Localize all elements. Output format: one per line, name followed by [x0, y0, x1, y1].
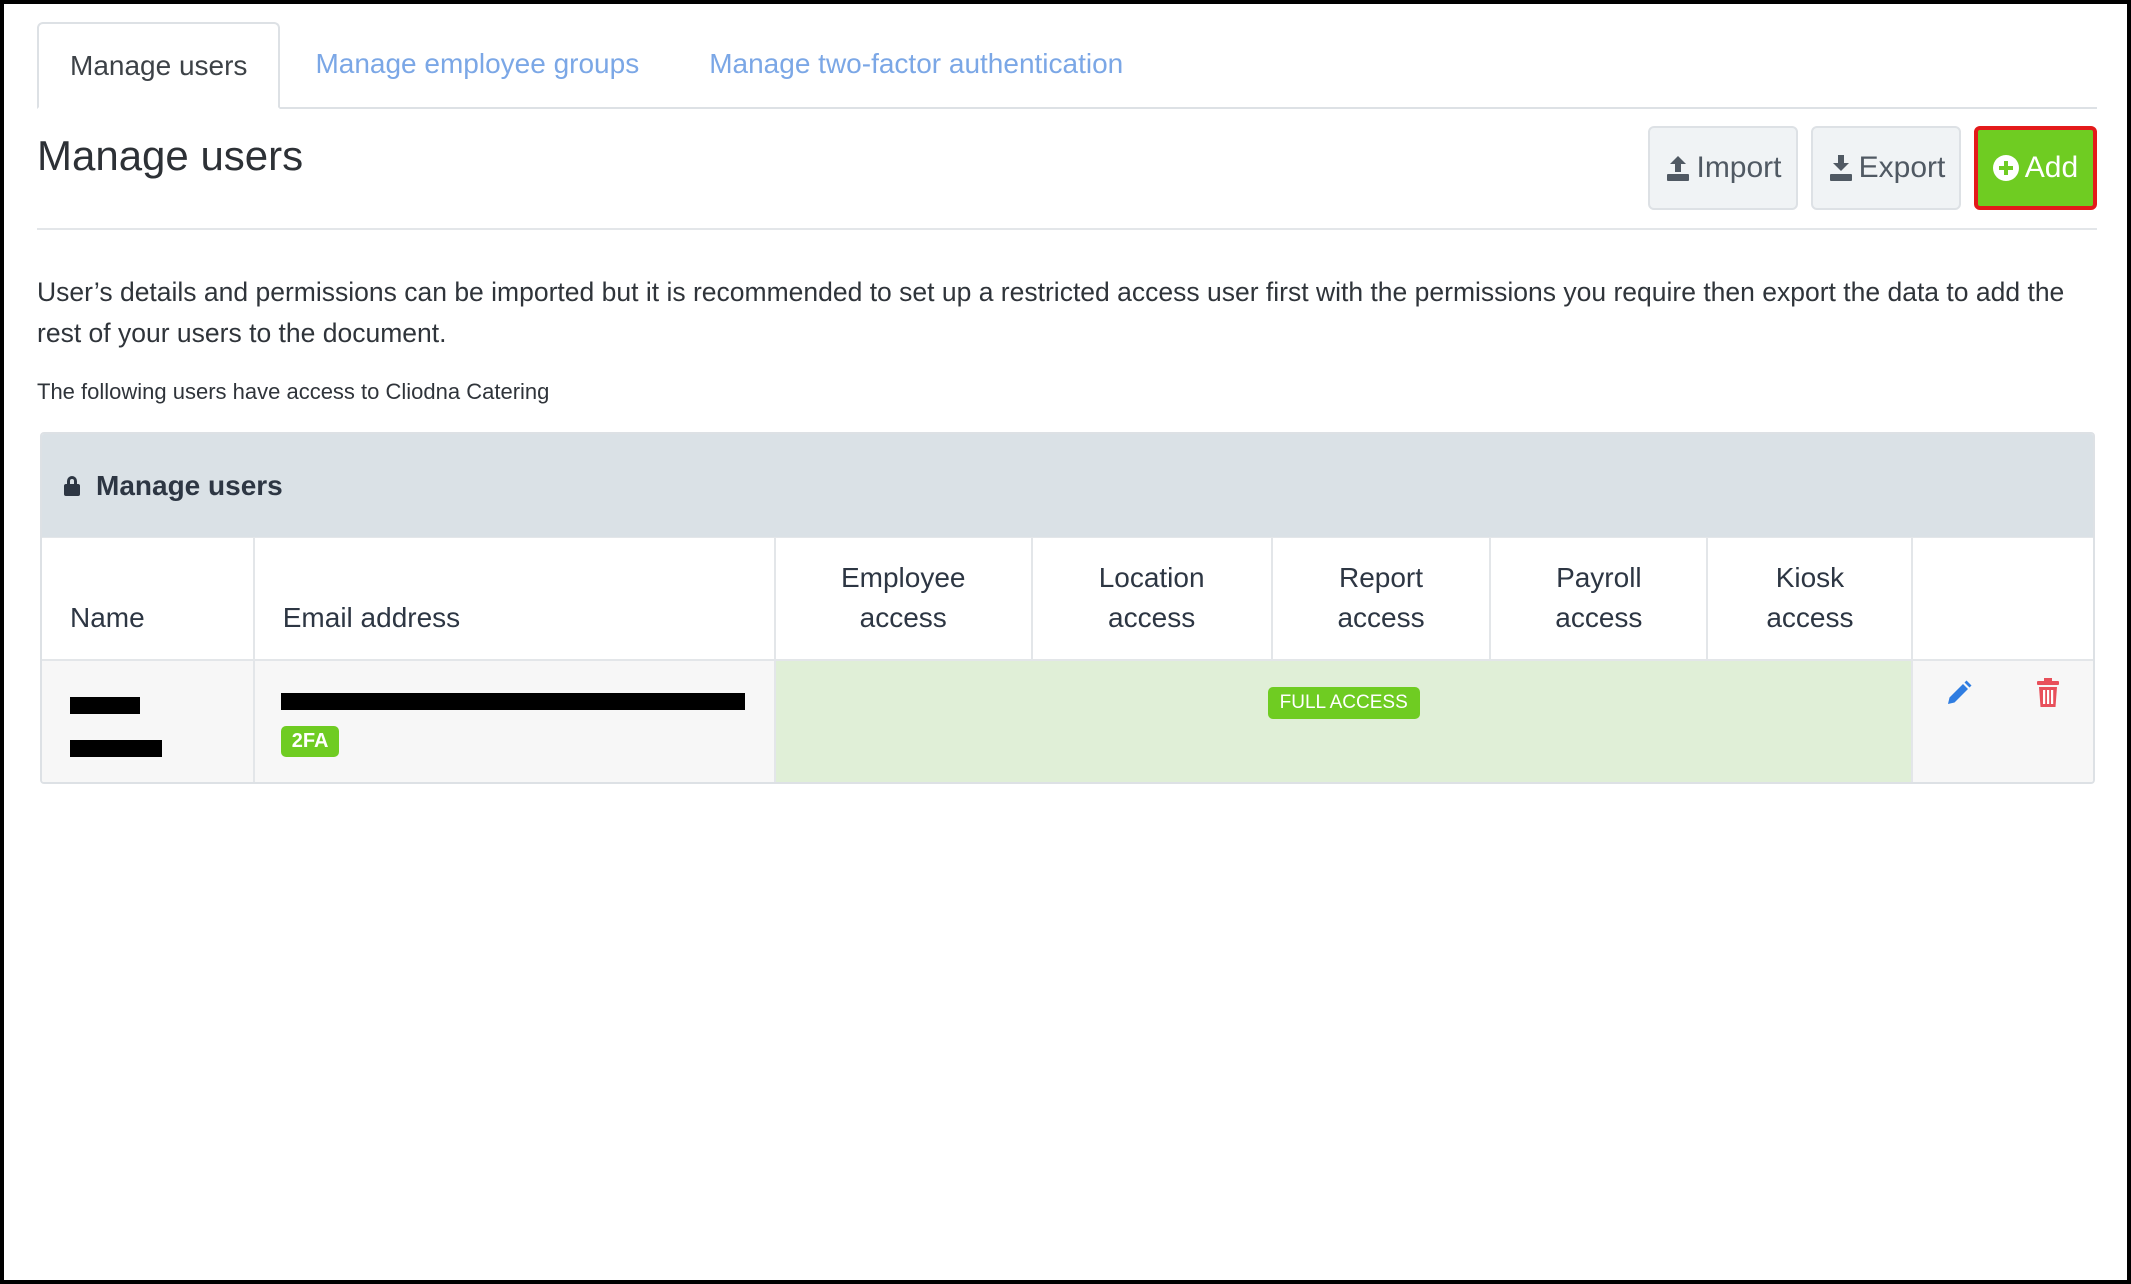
intro-text: User’s details and permissions can be im…: [37, 277, 2065, 348]
user-name-cell: [42, 658, 255, 782]
import-label: Import: [1696, 151, 1782, 184]
full-access-badge: FULL ACCESS: [1267, 686, 1420, 719]
column-header-actions: [1912, 537, 2093, 660]
toolbar: Import Export Add: [1648, 126, 2097, 210]
tab-manage-two-factor-authentication[interactable]: Manage two-factor authentication: [674, 20, 1158, 107]
column-header-employee-access[interactable]: Employee access: [774, 537, 1033, 660]
column-header-payroll-access[interactable]: Payroll access: [1490, 537, 1709, 660]
import-button[interactable]: Import: [1648, 126, 1798, 210]
export-button[interactable]: Export: [1811, 126, 1961, 210]
column-header-location-access[interactable]: Location access: [1031, 537, 1273, 660]
redacted-email: [280, 692, 745, 710]
download-icon: [1829, 155, 1852, 181]
tab-manage-employee-groups[interactable]: Manage employee groups: [280, 20, 674, 107]
redacted-last-name: [70, 739, 162, 757]
access-cell: FULL ACCESS: [774, 658, 1914, 782]
row-actions: [1912, 658, 2093, 782]
table-row[interactable]: 2FA FULL ACCESS: [42, 658, 2093, 782]
header-divider: [37, 228, 2097, 230]
tab-bar: Manage users Manage employee groups Mana…: [37, 22, 2097, 109]
add-user-button[interactable]: Add: [1974, 126, 2097, 210]
access-summary-text: The following users have access to Cliod…: [37, 379, 550, 404]
column-header-name[interactable]: Name: [42, 537, 255, 660]
upload-icon: [1667, 156, 1690, 181]
lock-icon: [64, 475, 80, 496]
add-label: Add: [2024, 151, 2079, 184]
two-factor-badge: 2FA: [280, 725, 340, 757]
panel-title: Manage users: [96, 469, 283, 501]
column-header-email[interactable]: Email address: [253, 537, 776, 660]
panel-header: Manage users: [42, 434, 2093, 537]
user-email-cell: 2FA: [253, 658, 776, 782]
app-window: Manage users Manage employee groups Mana…: [4, 4, 2127, 1280]
pencil-icon[interactable]: [1943, 679, 1973, 709]
column-header-kiosk-access[interactable]: Kiosk access: [1707, 537, 1914, 660]
users-panel: Manage users Name Email address Employee…: [40, 432, 2095, 784]
table-header-row: Name Email address Employee access Locat…: [42, 537, 2093, 660]
page-title: Manage users: [37, 132, 304, 179]
trash-icon[interactable]: [2035, 677, 2061, 709]
column-header-report-access[interactable]: Report access: [1271, 537, 1492, 660]
plus-circle-icon: [1992, 155, 2019, 181]
tab-manage-users[interactable]: Manage users: [37, 22, 281, 109]
users-table: Name Email address Employee access Locat…: [42, 537, 2093, 782]
redacted-first-name: [70, 696, 140, 714]
export-label: Export: [1858, 151, 1946, 184]
